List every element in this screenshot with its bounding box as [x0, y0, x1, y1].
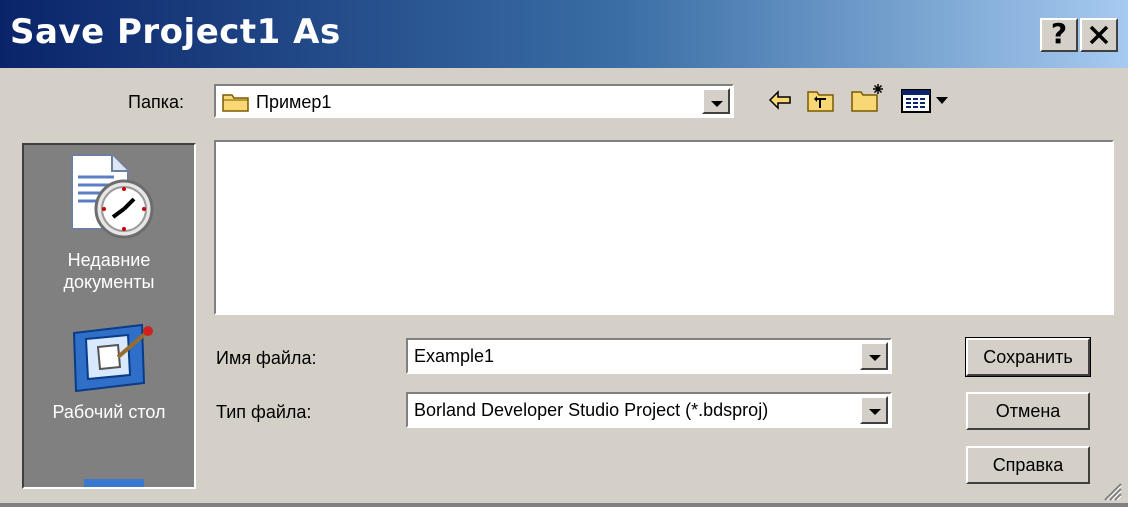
filetype-label: Тип файла:: [216, 402, 312, 422]
view-menu-icon[interactable]: [900, 88, 956, 114]
places-item-desktop[interactable]: Рабочий стол: [24, 313, 194, 438]
places-desktop-label: Рабочий стол: [52, 402, 166, 422]
folder-combo[interactable]: Пример1: [214, 84, 734, 118]
filename-combo[interactable]: Example1: [406, 338, 892, 374]
close-icon: [1089, 25, 1109, 45]
filename-dropdown-button[interactable]: [860, 342, 888, 370]
places-recent-label-1: Недавние: [67, 250, 151, 270]
resize-grip-icon[interactable]: [1102, 481, 1122, 501]
help-button[interactable]: Справка: [966, 446, 1090, 484]
cancel-button[interactable]: Отмена: [966, 392, 1090, 430]
places-recent-label-2: документы: [63, 272, 155, 292]
filetype-value: Borland Developer Studio Project (*.bdsp…: [414, 400, 769, 420]
filetype-combo[interactable]: Borland Developer Studio Project (*.bdsp…: [406, 392, 892, 428]
filename-label: Имя файла:: [216, 348, 317, 368]
places-next-icon: [84, 479, 144, 487]
dialog-title: Save Project1 As: [10, 12, 341, 52]
folder-label: Папка:: [128, 92, 184, 112]
title-bar[interactable]: Save Project1 As ?: [0, 0, 1128, 68]
desktop-icon: [72, 323, 153, 393]
folder-value: Пример1: [256, 92, 332, 112]
file-list[interactable]: [214, 140, 1114, 315]
new-folder-icon[interactable]: [850, 82, 888, 114]
close-title-button[interactable]: [1080, 18, 1118, 52]
back-arrow-icon[interactable]: [766, 88, 794, 112]
folder-icon: [222, 94, 249, 112]
help-title-button[interactable]: ?: [1040, 18, 1078, 52]
dialog-bottom-edge: [0, 503, 1128, 507]
places-bar: Недавние документы Рабочий стол: [22, 143, 196, 489]
filename-value: Example1: [414, 346, 495, 366]
places-item-recent[interactable]: Недавние документы: [24, 145, 194, 310]
save-button[interactable]: Сохранить: [965, 337, 1091, 377]
recent-documents-icon: [71, 154, 154, 239]
up-folder-icon[interactable]: [806, 86, 836, 114]
filetype-dropdown-button[interactable]: [860, 396, 888, 424]
folder-dropdown-button[interactable]: [702, 88, 730, 114]
